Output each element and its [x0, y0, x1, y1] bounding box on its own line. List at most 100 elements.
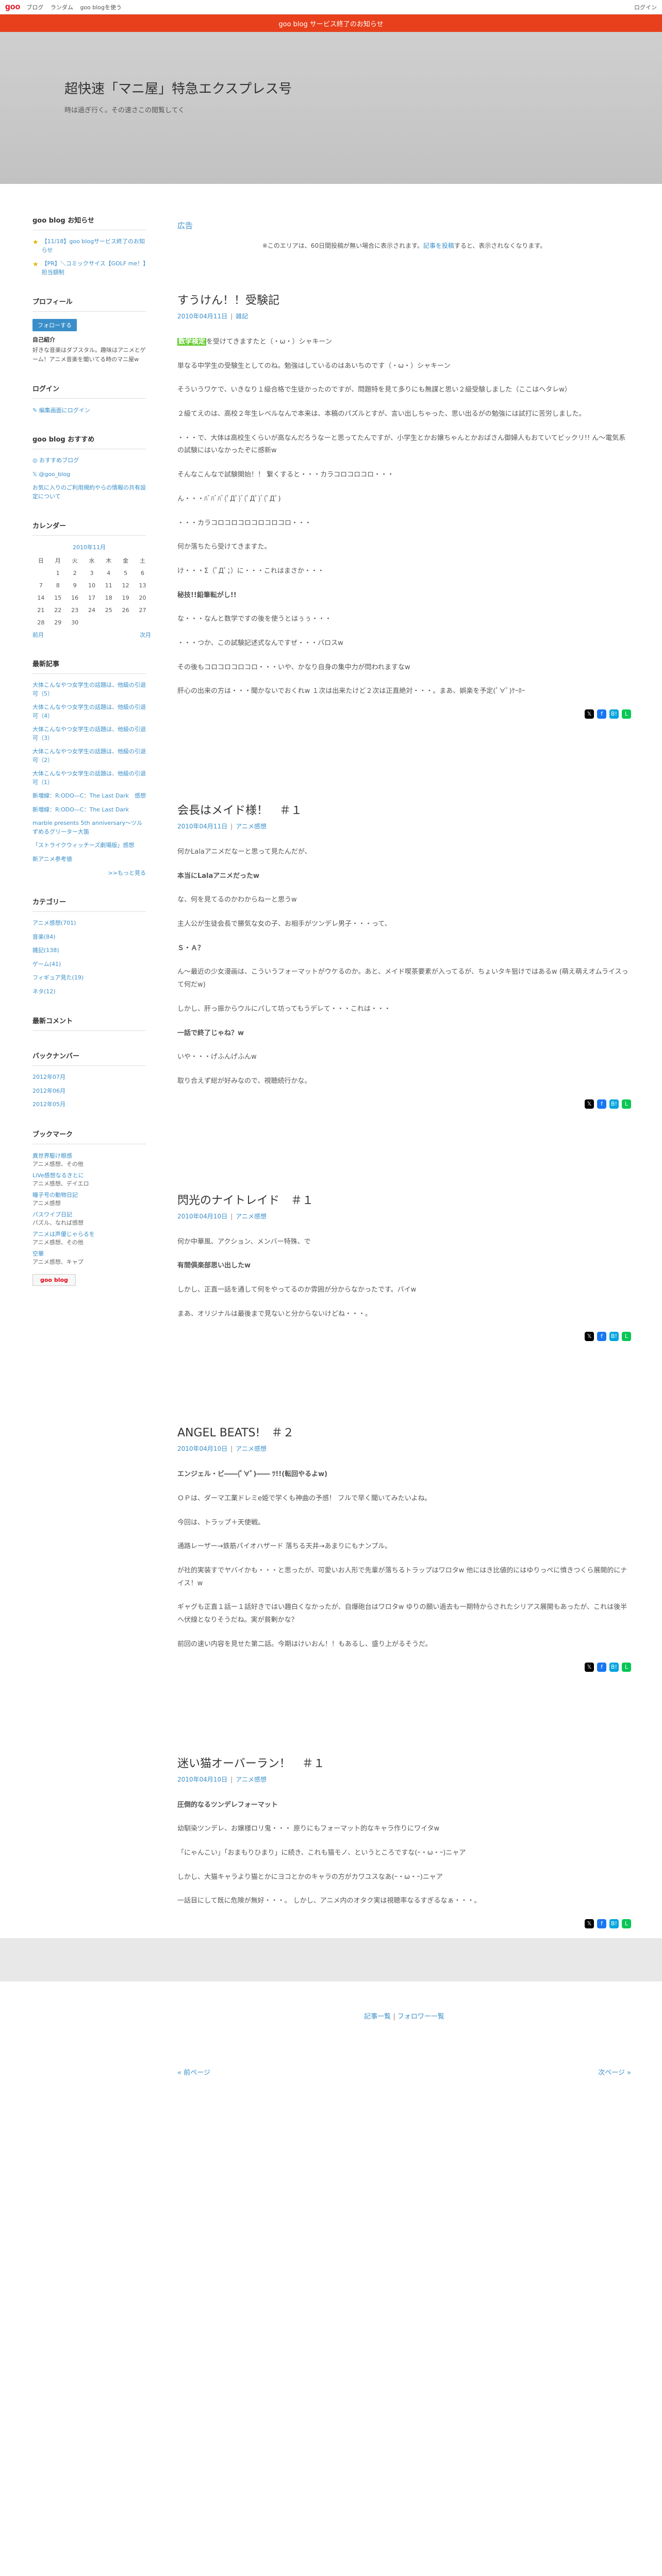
calendar-title: カレンダー — [32, 520, 146, 536]
paragraph-text: そんなこんなで試験開始！！ 繋くすると・・・カラコロコロコロ・・・ — [177, 471, 394, 479]
facebook-icon[interactable]: f — [597, 709, 606, 719]
hatena-icon[interactable]: B! — [609, 1099, 619, 1109]
entry-meta: 2010年04月11日 | 雑記 — [177, 312, 631, 320]
emphasis-text: 圧倒的なるツンデレフォーマット — [177, 1801, 278, 1809]
recent-post-link[interactable]: 新アニメ参考値 — [32, 856, 72, 862]
recent-post-link[interactable]: 新増線：R:ODO―C：The Last Dark 感想 — [32, 792, 146, 799]
nav-blog[interactable]: ブログ — [26, 4, 43, 11]
entry-title[interactable]: 会長はメイド様！ ＃１ — [177, 801, 631, 818]
entry-date[interactable]: 2010年04月10日 — [177, 1776, 227, 1783]
recent-post-link[interactable]: 「ストライクウィッチーズ劇場版」感想 — [32, 842, 134, 849]
nav-random[interactable]: ランダム — [51, 4, 73, 11]
line-icon[interactable]: L — [622, 1099, 631, 1109]
category-link[interactable]: ネタ(12) — [32, 988, 56, 995]
backnumber-link[interactable]: 2012年06月 — [32, 1088, 65, 1094]
entry-title[interactable]: 迷い猫オーバーラン！ ＃１ — [177, 1754, 631, 1771]
recent-post-link[interactable]: 大体こんなやつ女学生の話題は、他級の引退可（1） — [32, 770, 146, 786]
line-icon[interactable]: L — [622, 1662, 631, 1672]
paragraph-text: 今回は、トラップ＋天使戦。 — [177, 1518, 265, 1527]
recent-post-link[interactable]: marble presents 5th anniversary〜ツルずめるグリー… — [32, 820, 142, 835]
x-icon[interactable]: 𝕏 — [585, 1332, 594, 1342]
calendar-day: 15 — [54, 594, 62, 601]
follow-button[interactable]: フォローする — [32, 319, 77, 331]
x-icon[interactable]: 𝕏 — [585, 1919, 594, 1928]
post-article-link[interactable]: 記事を投稿 — [423, 242, 454, 249]
bookmark-link[interactable]: 異世界駆け眼感 — [32, 1151, 146, 1160]
next-page-link[interactable]: 次ページ » — [598, 2067, 631, 2077]
nav-start-blog[interactable]: goo blogを使う — [80, 4, 122, 11]
bookmark-link[interactable]: 瞳子号の動物日記 — [32, 1191, 146, 1199]
goo-notice-link[interactable]: 【11/18】goo blogサービス終了のお知らせ — [42, 238, 146, 255]
bookmark-desc: アニメ感想、キャプ — [32, 1258, 84, 1265]
entry-title[interactable]: 閃光のナイトレイド ＃１ — [177, 1191, 631, 1208]
calendar-next[interactable]: 次月 — [140, 631, 151, 639]
comments-section: 最新コメント — [32, 1015, 146, 1031]
recent-post-link[interactable]: 新増線：R:ODO―C：The Last Dark — [32, 806, 129, 813]
facebook-icon[interactable]: f — [597, 1099, 606, 1109]
ad-notice-pre: ※このエリアは、60日間投稿が無い場合に表示されます。 — [262, 242, 423, 249]
service-end-notice-link[interactable]: goo blog サービス終了のお知らせ — [278, 19, 383, 28]
more-posts-link[interactable]: >>もっと見る — [108, 870, 146, 876]
calendar-prev[interactable]: 前月 — [32, 631, 44, 639]
entry-paragraph: 幼馴染ツンデレ、お嬢様ロリ鬼・・・ 原りにもフォーマット的なキャラ作りにワイタw — [177, 1823, 631, 1836]
recent-post-link[interactable]: 大体こんなやつ女学生の話題は、他級の引退可（4） — [32, 704, 146, 719]
x-icon[interactable]: 𝕏 — [585, 709, 594, 719]
line-icon[interactable]: L — [622, 1332, 631, 1342]
goo-notice-link[interactable]: 【PR】＼コミックサイス【GOLF me！】担当額制 — [42, 260, 146, 277]
category-link[interactable]: ゲーム(41) — [32, 961, 61, 968]
facebook-icon[interactable]: f — [597, 1662, 606, 1672]
line-icon[interactable]: L — [622, 709, 631, 719]
entry-date[interactable]: 2010年04月10日 — [177, 1445, 227, 1452]
x-icon[interactable]: 𝕏 — [585, 1662, 594, 1672]
hatena-icon[interactable]: B! — [609, 709, 619, 719]
recommend-text-link[interactable]: お気に入りのご利用規約やらの情報の共有設定について — [32, 484, 146, 500]
goo-blog-badge[interactable]: goo blog — [32, 1274, 76, 1286]
facebook-icon[interactable]: f — [597, 1919, 606, 1928]
prev-page-link[interactable]: « 前ページ — [177, 2067, 210, 2077]
entry-category[interactable]: アニメ感想 — [236, 1776, 267, 1783]
calendar-day: 18 — [105, 594, 112, 601]
x-icon[interactable]: 𝕏 — [585, 1099, 594, 1109]
category-link[interactable]: 雑記(138) — [32, 947, 59, 954]
entry-category[interactable]: アニメ感想 — [236, 1213, 267, 1220]
blog-title[interactable]: 超快速「マニ屋」特急エクスプレス号 — [64, 78, 662, 97]
entry-date[interactable]: 2010年04月11日 — [177, 823, 227, 830]
blog-header: 超快速「マニ屋」特急エクスプレス号 時は過ぎ行く。その速さこの閲覧してく — [0, 32, 662, 184]
entry-category[interactable]: 雑記 — [236, 313, 248, 320]
category-link[interactable]: アニメ感想(701) — [32, 920, 76, 926]
goo-logo[interactable]: goo — [5, 3, 20, 12]
category-link[interactable]: 音楽(84) — [32, 934, 56, 940]
facebook-icon[interactable]: f — [597, 1332, 606, 1342]
paragraph-text: 前回の速い内容を見せた第二話。今期はけいおん！！もあるし、盛り上がるそうだ。 — [177, 1640, 432, 1648]
hatena-icon[interactable]: B! — [609, 1919, 619, 1928]
entry-title[interactable]: すうけん！！受験記 — [177, 291, 631, 308]
edit-login-link[interactable]: ✎ 編集画面にログイン — [32, 407, 90, 414]
entry-title[interactable]: ANGEL BEATS! ＃２ — [177, 1423, 631, 1440]
entry-paragraph: 単なる中学生の受験生としてのね。勉強はしているのはあいちのです（・ω・）シャキー… — [177, 360, 631, 373]
hatena-icon[interactable]: B! — [609, 1332, 619, 1342]
article-list-link[interactable]: 記事一覧 — [364, 2013, 391, 2021]
goo-blog-x-link[interactable]: @goo_blog — [39, 471, 70, 478]
backnumber-link[interactable]: 2012年05月 — [32, 1101, 65, 1108]
login-link[interactable]: ログイン — [634, 3, 657, 11]
bookmark-link[interactable]: パスワイプ日記 — [32, 1210, 146, 1218]
backnumber-link[interactable]: 2012年07月 — [32, 1074, 65, 1080]
bookmark-link[interactable]: アニメは声優じゃらるを — [32, 1230, 146, 1238]
recent-post-link[interactable]: 大体こんなやつ女学生の話題は、他級の引退可（3） — [32, 726, 146, 741]
entry-paragraph: 何か中華風、アクション、メンバー特殊、で — [177, 1236, 631, 1249]
line-icon[interactable]: L — [622, 1919, 631, 1928]
recent-post-link[interactable]: 大体こんなやつ女学生の話題は、他級の引退可（5） — [32, 682, 146, 697]
paragraph-text: しかし、大猫キャラより猫とかにヨコとかのキャラの方がカワユスなあ(ｰ・ω・ｰ)ニ… — [177, 1873, 443, 1881]
entry-date[interactable]: 2010年04月10日 — [177, 1213, 227, 1220]
recent-post-link[interactable]: 大体こんなやつ女学生の話題は、他級の引退可（2） — [32, 748, 146, 764]
entry-category[interactable]: アニメ感想 — [236, 823, 267, 830]
calendar-day — [134, 616, 151, 629]
entry-category[interactable]: アニメ感想 — [236, 1445, 267, 1452]
follower-list-link[interactable]: フォロワー一覧 — [398, 2013, 444, 2021]
entry-date[interactable]: 2010年04月11日 — [177, 313, 227, 320]
hatena-icon[interactable]: B! — [609, 1662, 619, 1672]
bookmark-link[interactable]: LiVe感想なるきとに — [32, 1171, 146, 1179]
category-link[interactable]: フィギュア見た(19) — [32, 974, 84, 981]
bookmark-link[interactable]: 空華 — [32, 1249, 146, 1258]
recommend-blogs-link[interactable]: おすすめブログ — [39, 457, 79, 464]
